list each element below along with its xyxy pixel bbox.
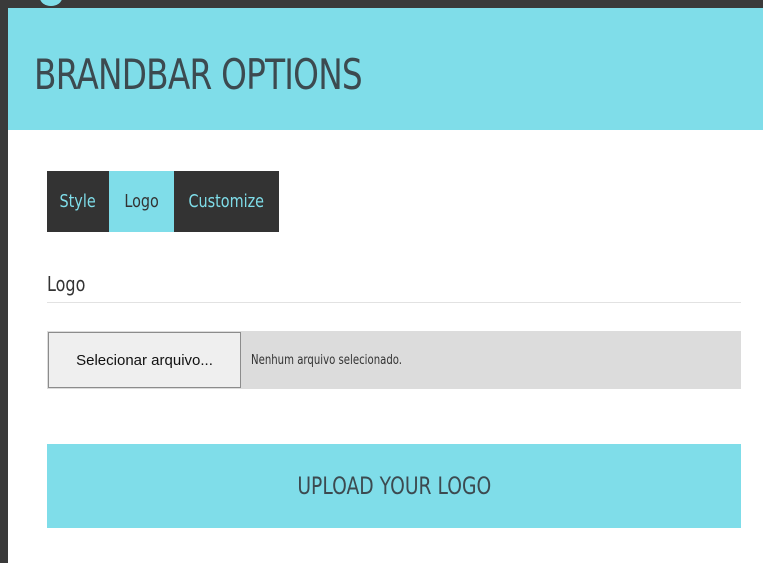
tab-logo[interactable]: Logo [109,171,174,232]
tab-style-label: Style [59,191,97,212]
upload-logo-label: UPLOAD YOUR LOGO [297,472,491,500]
upload-logo-button[interactable]: UPLOAD YOUR LOGO [47,444,741,528]
brandbar-options-panel: BRANDBAR OPTIONS Style Logo Customize Lo… [8,8,763,563]
logo-section-heading: Logo [47,272,95,296]
tab-customize[interactable]: Customize [174,171,279,232]
section-divider [47,302,741,303]
top-accent-shape [40,0,62,6]
file-status-text: Nenhum arquivo selecionado. [251,331,445,389]
window-top-frame [0,0,763,8]
tab-customize-label: Customize [188,191,265,212]
tab-bar: Style Logo Customize [47,171,279,232]
page-title: BRANDBAR OPTIONS [34,50,363,99]
panel-header: BRANDBAR OPTIONS [8,8,763,130]
file-status-label: Nenhum arquivo selecionado. [251,352,403,368]
choose-file-button[interactable]: Selecionar arquivo... [48,332,241,388]
tab-logo-label: Logo [124,191,159,212]
tab-style[interactable]: Style [47,171,109,232]
logo-section-heading-text: Logo [47,272,86,296]
file-input-row: Selecionar arquivo... Nenhum arquivo sel… [47,331,741,389]
